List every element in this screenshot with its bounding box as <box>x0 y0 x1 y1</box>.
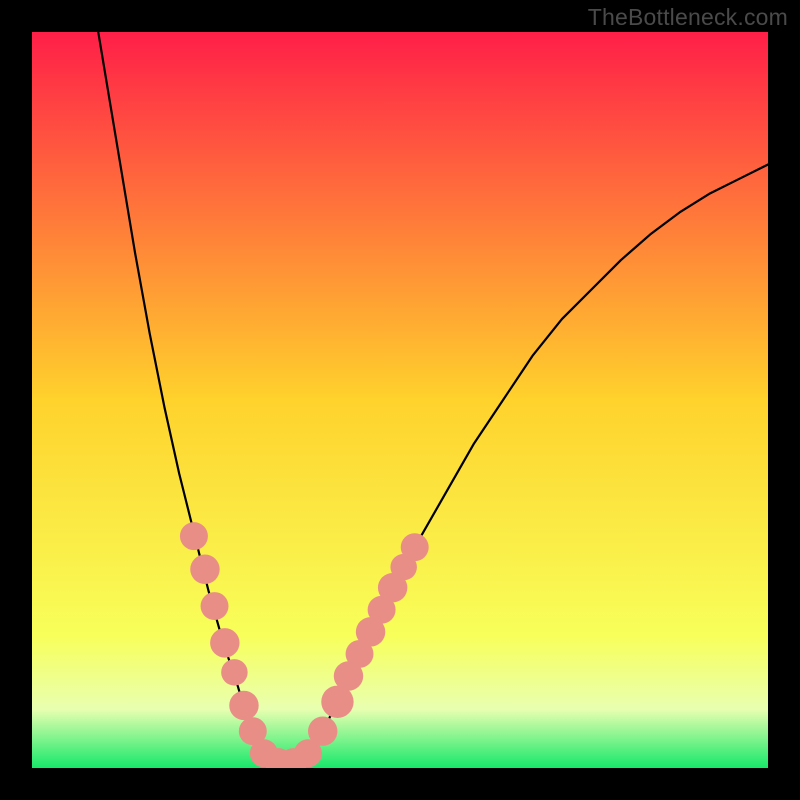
marker-m2 <box>190 555 219 584</box>
marker-m5 <box>221 659 248 686</box>
marker-m4 <box>210 628 239 657</box>
marker-m3 <box>201 592 229 620</box>
plot-area <box>32 32 768 768</box>
marker-m20 <box>401 533 429 561</box>
marker-m1 <box>180 522 208 550</box>
chart-svg <box>32 32 768 768</box>
gradient-background <box>32 32 768 768</box>
marker-m12 <box>308 716 337 745</box>
chart-frame: TheBottleneck.com <box>0 0 800 800</box>
marker-m6 <box>229 691 258 720</box>
watermark-text: TheBottleneck.com <box>588 4 788 31</box>
